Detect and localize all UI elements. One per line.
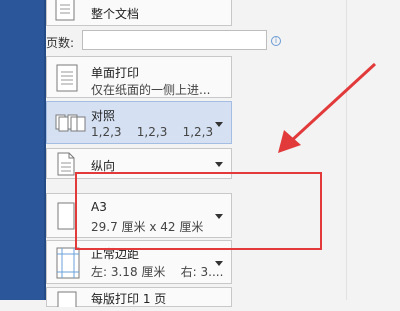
ribbon-backstage-strip — [0, 0, 46, 300]
one-sided-page-icon — [55, 63, 83, 97]
pages-per-sheet-icon — [55, 291, 81, 311]
print-range-label: 整个文档 — [91, 7, 140, 21]
pages-label: 页数: — [46, 36, 75, 50]
sides-subtitle: 仅在纸面的一侧上进... — [91, 83, 211, 97]
collate-pages-icon — [55, 111, 87, 139]
collate-title: 对照 — [91, 109, 116, 123]
chevron-down-icon — [215, 162, 223, 167]
chevron-down-icon — [215, 261, 223, 266]
annotation-highlight-box — [75, 172, 322, 250]
margins-subtitle: 左: 3.18 厘米 右: 3.... — [91, 265, 224, 279]
document-icon — [55, 0, 81, 25]
pages-input[interactable] — [82, 30, 267, 50]
info-icon[interactable]: i — [271, 36, 281, 46]
collate-dropdown[interactable]: 对照 1,2,3 1,2,3 1,2,3 — [46, 101, 232, 144]
sides-dropdown[interactable]: 单面打印 仅在纸面的一侧上进... — [46, 56, 232, 98]
annotation-arrow-icon — [278, 62, 377, 153]
margins-icon — [55, 247, 83, 283]
print-range-dropdown[interactable]: 整个文档 — [46, 0, 232, 26]
pages-per-sheet-title: 每版打印 1 页 — [91, 292, 167, 306]
chevron-down-icon — [215, 122, 223, 127]
pages-per-sheet-dropdown[interactable]: 每版打印 1 页 — [46, 287, 232, 309]
sides-title: 单面打印 — [91, 66, 140, 80]
collate-subtitle: 1,2,3 1,2,3 1,2,3 — [91, 125, 214, 139]
